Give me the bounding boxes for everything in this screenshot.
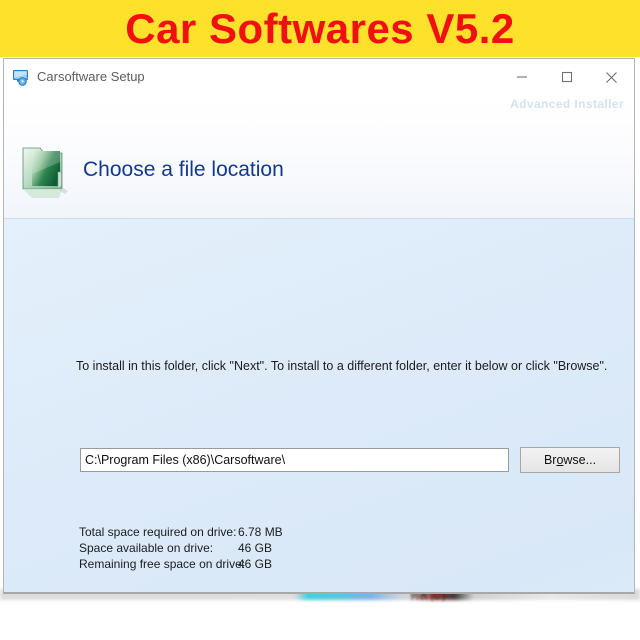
page-title: Choose a file location bbox=[83, 158, 284, 181]
instruction-text: To install in this folder, click "Next".… bbox=[76, 359, 608, 373]
disk-space-summary: Total space required on drive: 6.78 MB S… bbox=[79, 524, 283, 572]
browse-button-suffix: wse... bbox=[563, 453, 597, 467]
space-row: Space available on drive: 46 GB bbox=[79, 540, 283, 556]
browse-button-prefix: Br bbox=[543, 453, 557, 467]
installer-window: Carsoftware Setup Advanced Installer Cho… bbox=[3, 58, 635, 594]
install-path-input[interactable]: C:\Program Files (x86)\Carsoftware\ bbox=[80, 448, 509, 472]
space-label: Remaining free space on drive: bbox=[79, 557, 246, 571]
window-controls bbox=[499, 59, 634, 95]
minimize-button[interactable] bbox=[499, 59, 544, 95]
open-folder-icon bbox=[18, 142, 72, 202]
page-body: To install in this folder, click "Next".… bbox=[4, 219, 634, 592]
promo-banner-title: Car Softwares V5.2 bbox=[125, 4, 515, 52]
close-button[interactable] bbox=[589, 59, 634, 95]
title-bar: Carsoftware Setup bbox=[4, 59, 634, 95]
space-row: Total space required on drive: 6.78 MB bbox=[79, 524, 283, 540]
space-label: Space available on drive: bbox=[79, 541, 214, 555]
maximize-button[interactable] bbox=[544, 59, 589, 95]
computer-disc-icon bbox=[12, 68, 31, 87]
space-value: 6.78 MB bbox=[238, 525, 283, 539]
page-header: Advanced Installer Choose a file locatio… bbox=[4, 95, 634, 219]
window-title: Carsoftware Setup bbox=[37, 69, 145, 84]
space-value: 46 GB bbox=[238, 557, 273, 571]
browse-button[interactable]: Br o wse... bbox=[520, 447, 620, 473]
advanced-installer-watermark: Advanced Installer bbox=[510, 97, 624, 111]
space-label: Total space required on drive: bbox=[79, 525, 237, 539]
screen: Car Softwares V5.2 列表 (C:) Carsoftware S… bbox=[0, 0, 640, 640]
space-row: Remaining free space on drive: 46 GB bbox=[79, 556, 283, 572]
promo-banner: Car Softwares V5.2 bbox=[0, 0, 640, 57]
space-value: 46 GB bbox=[238, 541, 273, 555]
